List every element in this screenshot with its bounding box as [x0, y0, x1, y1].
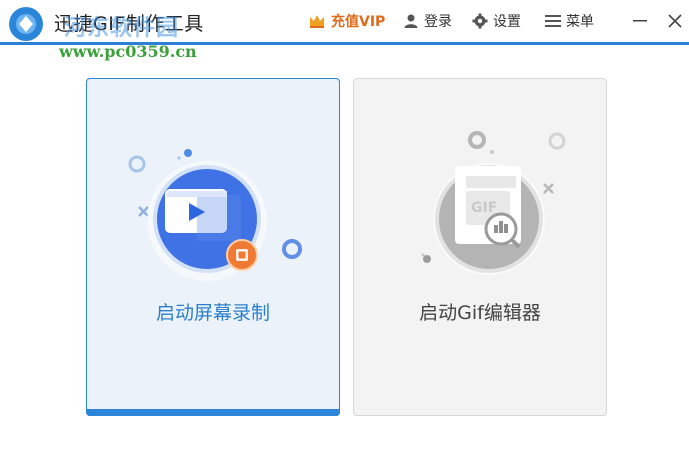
settings-button[interactable]: 设置: [472, 11, 521, 31]
start-screen-record-label: 启动屏幕录制: [155, 302, 270, 324]
menu-label: 菜单: [566, 14, 594, 30]
login-label: 登录: [424, 14, 452, 30]
minimize-icon[interactable]: [629, 10, 651, 32]
selected-indicator-bar: [86, 409, 340, 416]
gear-icon: [472, 13, 488, 29]
gif-editor-illustration: GIF: [421, 131, 566, 275]
hamburger-menu-icon: [545, 15, 561, 27]
vip-button[interactable]: 充值VIP: [308, 11, 385, 31]
menu-button[interactable]: 菜单: [545, 11, 594, 31]
start-gif-editor-card[interactable]: GIF 启动Gif编辑器: [353, 78, 607, 416]
gif-illustration-text: GIF: [471, 200, 497, 216]
watermark-url: www.pc0359.cn: [59, 42, 197, 61]
crown-icon: [310, 15, 324, 28]
app-title: 迅捷GIF制作工具: [54, 13, 204, 35]
vip-label: 充值VIP: [331, 14, 386, 30]
settings-label: 设置: [493, 14, 521, 30]
close-icon[interactable]: [664, 10, 686, 32]
title-bar: 迅捷GIF制作工具 河东软件园 充值VIP 登录 设置 菜单: [0, 0, 689, 42]
start-screen-record-card[interactable]: 启动屏幕录制: [86, 78, 340, 416]
screen-record-illustration: [128, 149, 302, 281]
start-gif-editor-label: 启动Gif编辑器: [419, 302, 541, 324]
user-icon: [404, 14, 418, 28]
login-button[interactable]: 登录: [403, 11, 452, 31]
app-logo-icon: [9, 7, 43, 41]
